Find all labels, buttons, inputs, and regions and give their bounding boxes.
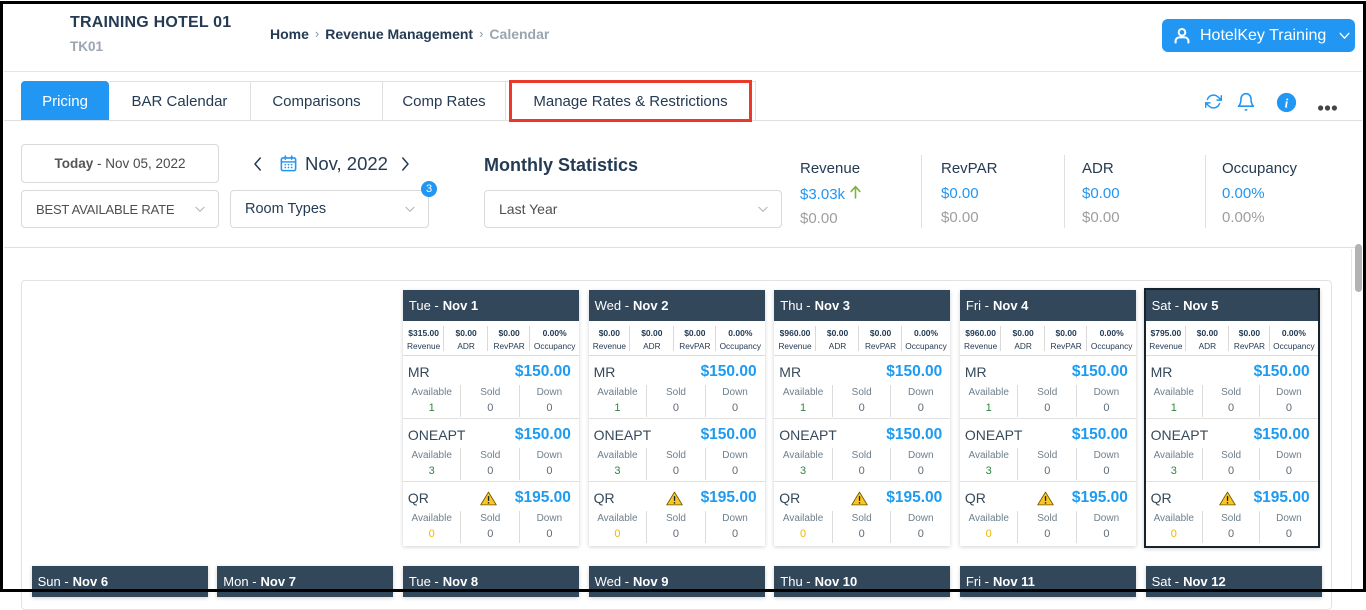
svg-text:i: i: [1285, 95, 1289, 110]
